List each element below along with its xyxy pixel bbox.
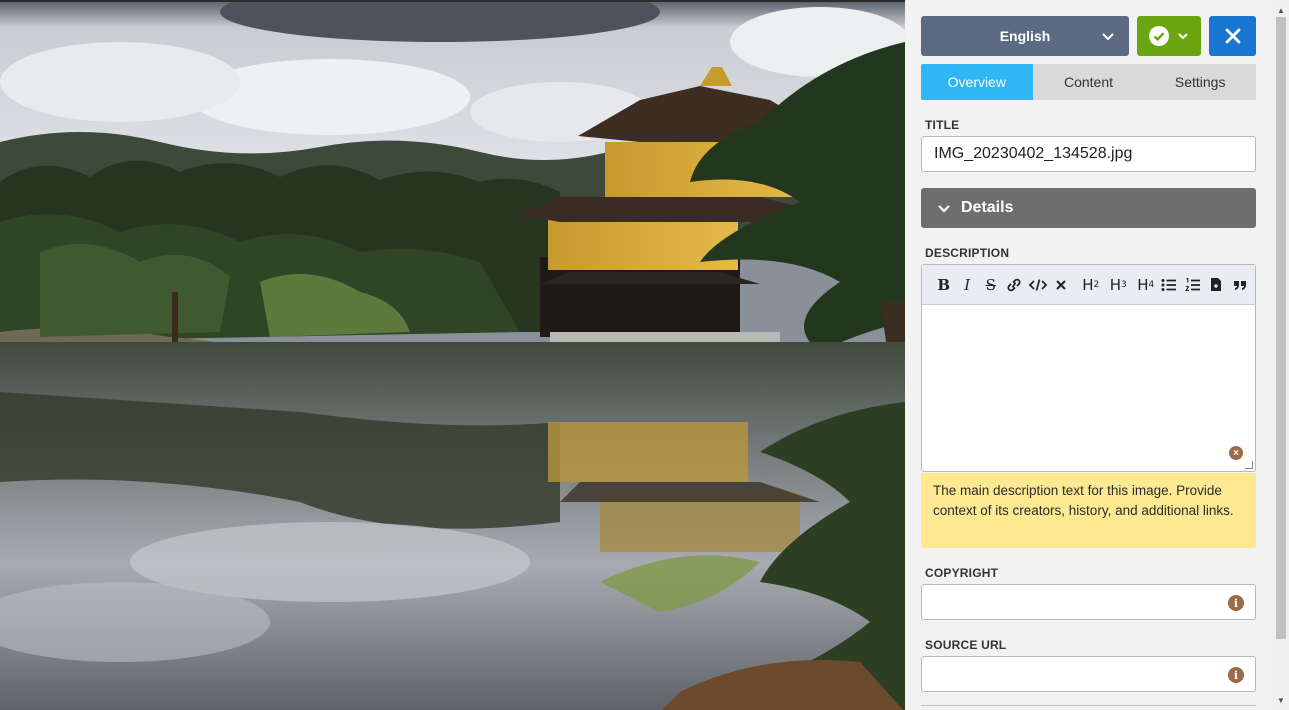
source-url-label: SOURCE URL	[925, 638, 1007, 652]
heading-2-level: 2	[1093, 279, 1100, 290]
blockquote-button[interactable]	[1228, 273, 1252, 297]
title-input-value: IMG_20230402_134528.jpg	[934, 145, 1133, 162]
chevron-down-icon	[1178, 33, 1188, 40]
file-icon	[1211, 278, 1222, 291]
strikethrough-button[interactable]: S	[979, 273, 1003, 297]
details-section-label: Details	[961, 199, 1014, 216]
image-preview	[0, 0, 905, 710]
tab-overview[interactable]: Overview	[921, 64, 1033, 100]
link-button[interactable]	[1003, 273, 1027, 297]
close-icon	[1056, 279, 1066, 290]
insert-file-button[interactable]	[1205, 273, 1229, 297]
italic-button[interactable]: I	[956, 273, 980, 297]
copyright-label: COPYRIGHT	[925, 566, 999, 580]
heading-2-letter: H	[1082, 275, 1094, 294]
heading-3-letter: H	[1109, 275, 1122, 294]
heading-3-button[interactable]: H3	[1107, 273, 1131, 297]
bullet-list-button[interactable]	[1158, 273, 1182, 297]
scroll-down-icon[interactable]: ▼	[1273, 692, 1289, 708]
numbered-list-icon	[1184, 277, 1200, 291]
resize-handle[interactable]	[1245, 461, 1253, 469]
close-button[interactable]	[1209, 16, 1256, 56]
quote-icon	[1233, 280, 1246, 290]
chevron-down-icon	[938, 205, 950, 213]
info-icon[interactable]: i	[1228, 667, 1244, 683]
properties-panel: English Overview Content Settings TITLE …	[905, 0, 1273, 710]
title-label: TITLE	[925, 118, 960, 132]
code-button[interactable]	[1026, 273, 1050, 297]
panel-topbar: English	[921, 16, 1256, 56]
bold-button[interactable]: B	[932, 273, 956, 297]
numbered-list-button[interactable]	[1181, 273, 1205, 297]
bullet-list-icon	[1161, 278, 1177, 291]
save-dropdown-button[interactable]	[1137, 16, 1201, 56]
copyright-input[interactable]: i	[921, 584, 1256, 620]
heading-3-level: 3	[1121, 279, 1127, 290]
check-circle-icon	[1149, 26, 1169, 46]
title-input[interactable]: IMG_20230402_134528.jpg	[921, 136, 1256, 172]
panel-scrollbar[interactable]: ▲ ▼	[1273, 0, 1289, 710]
chevron-down-icon	[1102, 33, 1114, 41]
info-icon[interactable]: i	[1228, 595, 1244, 611]
clear-format-button[interactable]	[1050, 273, 1074, 297]
heading-4-level: 4	[1148, 279, 1155, 290]
code-icon	[1028, 278, 1047, 291]
photo-kinkakuji	[0, 2, 905, 710]
language-select-label: English	[999, 28, 1051, 44]
tab-content[interactable]: Content	[1033, 64, 1145, 100]
description-label: DESCRIPTION	[925, 246, 1010, 260]
link-icon	[1007, 278, 1021, 291]
description-help-text: The main description text for this image…	[921, 473, 1256, 548]
scroll-up-icon[interactable]: ▲	[1273, 2, 1289, 18]
description-editor[interactable]: B I S H 2 H 3 H 4 ×	[921, 264, 1256, 472]
details-section-toggle[interactable]: Details	[921, 188, 1256, 228]
heading-4-button[interactable]: H4	[1134, 273, 1158, 297]
media-editor: English Overview Content Settings TITLE …	[0, 0, 1289, 710]
language-select[interactable]: English	[921, 16, 1129, 56]
panel-tabs: Overview Content Settings	[921, 64, 1256, 100]
close-icon	[1225, 28, 1240, 44]
tab-settings[interactable]: Settings	[1144, 64, 1256, 100]
clear-description-icon[interactable]: ×	[1229, 446, 1243, 460]
next-section-edge	[921, 705, 1256, 710]
editor-toolbar: B I S H 2 H 3 H 4	[922, 265, 1255, 305]
scrollbar-thumb[interactable]	[1276, 17, 1286, 639]
heading-2-button[interactable]: H2	[1079, 273, 1103, 297]
heading-4-letter: H	[1137, 275, 1149, 294]
source-url-input[interactable]: i	[921, 656, 1256, 692]
